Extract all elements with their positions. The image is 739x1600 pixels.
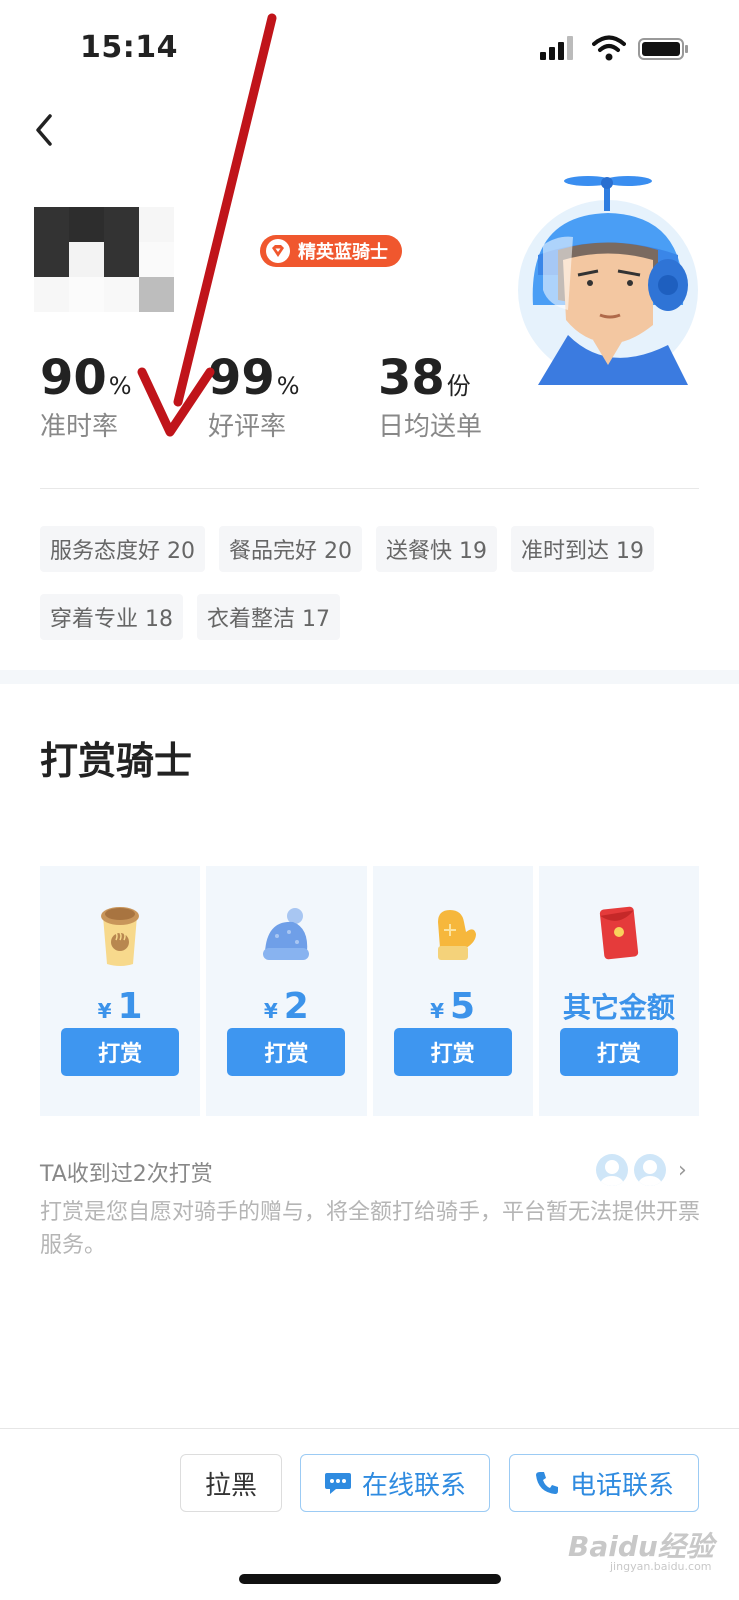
reward-button-other[interactable]: 打赏 <box>559 1028 678 1076</box>
reward-button-5[interactable]: 打赏 <box>393 1028 512 1076</box>
wifi-icon <box>592 35 626 61</box>
amount-value: 5 <box>450 986 476 1027</box>
diamond-icon <box>266 239 290 263</box>
reward-options: ¥1 打赏 ¥2 打赏 ¥5 打赏 其它金额 打赏 <box>40 866 699 1116</box>
reward-card-2[interactable]: ¥2 打赏 <box>206 866 367 1116</box>
reward-amount: ¥5 <box>430 986 475 1032</box>
reward-card-1[interactable]: ¥1 打赏 <box>40 866 201 1116</box>
online-contact-button[interactable]: 在线联系 <box>300 1454 490 1512</box>
stat-rating: 99% 好评率 <box>208 350 300 443</box>
elite-rider-badge: 精英蓝骑士 <box>260 235 402 267</box>
battery-icon <box>638 38 688 60</box>
review-tag: 准时到达 19 <box>511 526 654 572</box>
currency-symbol: ¥ <box>430 999 445 1023</box>
coffee-icon <box>101 907 140 966</box>
red-envelope-icon <box>599 906 638 960</box>
cellular-signal-icon <box>540 36 573 60</box>
back-chevron-icon[interactable] <box>30 110 60 150</box>
tipper-avatar <box>596 1154 628 1186</box>
review-tag: 服务态度好 20 <box>40 526 205 572</box>
reward-card-other[interactable]: 其它金额 打赏 <box>538 866 699 1116</box>
stat-value: 90 <box>40 350 107 406</box>
chevron-right-icon: › <box>678 1157 687 1183</box>
reward-received-count[interactable]: TA收到过2次打赏 <box>40 1156 213 1188</box>
stat-unit: % <box>108 372 132 400</box>
currency-symbol: ¥ <box>263 999 278 1023</box>
stat-unit: 份 <box>446 372 471 400</box>
watermark: Baidu经验 <box>568 1530 714 1563</box>
stat-ontime: 90% 准时率 <box>40 350 132 443</box>
divider <box>40 488 699 489</box>
badge-label: 精英蓝骑士 <box>298 242 388 263</box>
phone-contact-label: 电话联系 <box>569 1470 674 1501</box>
bottom-bar-divider <box>0 1428 739 1429</box>
phone-icon <box>535 1472 558 1494</box>
reward-amount: 其它金额 <box>563 986 675 1032</box>
reward-amount: ¥2 <box>264 986 309 1032</box>
tipper-avatar <box>634 1154 666 1186</box>
currency-symbol: ¥ <box>97 999 112 1023</box>
reward-button-1[interactable]: 打赏 <box>61 1028 180 1076</box>
review-tag: 餐品完好 20 <box>219 526 362 572</box>
rider-name-redacted <box>34 207 174 312</box>
amount-value: 2 <box>283 986 309 1027</box>
review-tags: 服务态度好 20 餐品完好 20 送餐快 19 准时到达 19 穿着专业 18 … <box>40 526 700 640</box>
tipper-avatars[interactable]: › <box>596 1152 706 1188</box>
chat-bubble-icon <box>324 1473 351 1494</box>
stat-label: 准时率 <box>40 412 119 442</box>
mitten-icon <box>437 910 476 960</box>
watermark-url: jingyan.baidu.com <box>610 1560 712 1573</box>
reward-amount: ¥1 <box>98 986 143 1032</box>
block-button[interactable]: 拉黑 <box>180 1454 282 1512</box>
section-separator <box>0 670 739 684</box>
rider-avatar <box>518 176 698 385</box>
stat-unit: % <box>276 372 300 400</box>
status-time: 15:14 <box>80 30 178 65</box>
phone-contact-button[interactable]: 电话联系 <box>509 1454 699 1512</box>
reward-button-2[interactable]: 打赏 <box>227 1028 346 1076</box>
stat-value: 99 <box>208 350 275 406</box>
online-contact-label: 在线联系 <box>361 1470 466 1501</box>
review-tag: 送餐快 19 <box>376 526 497 572</box>
review-tag: 衣着整洁 17 <box>197 594 340 640</box>
reward-card-5[interactable]: ¥5 打赏 <box>372 866 533 1116</box>
review-tag: 穿着专业 18 <box>40 594 183 640</box>
stat-value: 38 <box>378 350 445 406</box>
amount-value: 其它金额 <box>562 991 675 1024</box>
knit-hat-icon <box>263 908 310 960</box>
reward-section-title: 打赏骑士 <box>40 739 193 783</box>
block-label: 拉黑 <box>204 1470 257 1501</box>
stat-daily-orders: 38份 日均送单 <box>378 350 482 443</box>
home-indicator[interactable] <box>239 1574 501 1584</box>
stat-label: 日均送单 <box>378 412 483 442</box>
amount-value: 1 <box>117 986 143 1027</box>
reward-disclaimer: 打赏是您自愿对骑手的赠与，将全额打给骑手，平台暂无法提供开票服务。 <box>40 1200 701 1258</box>
stat-label: 好评率 <box>208 412 287 442</box>
